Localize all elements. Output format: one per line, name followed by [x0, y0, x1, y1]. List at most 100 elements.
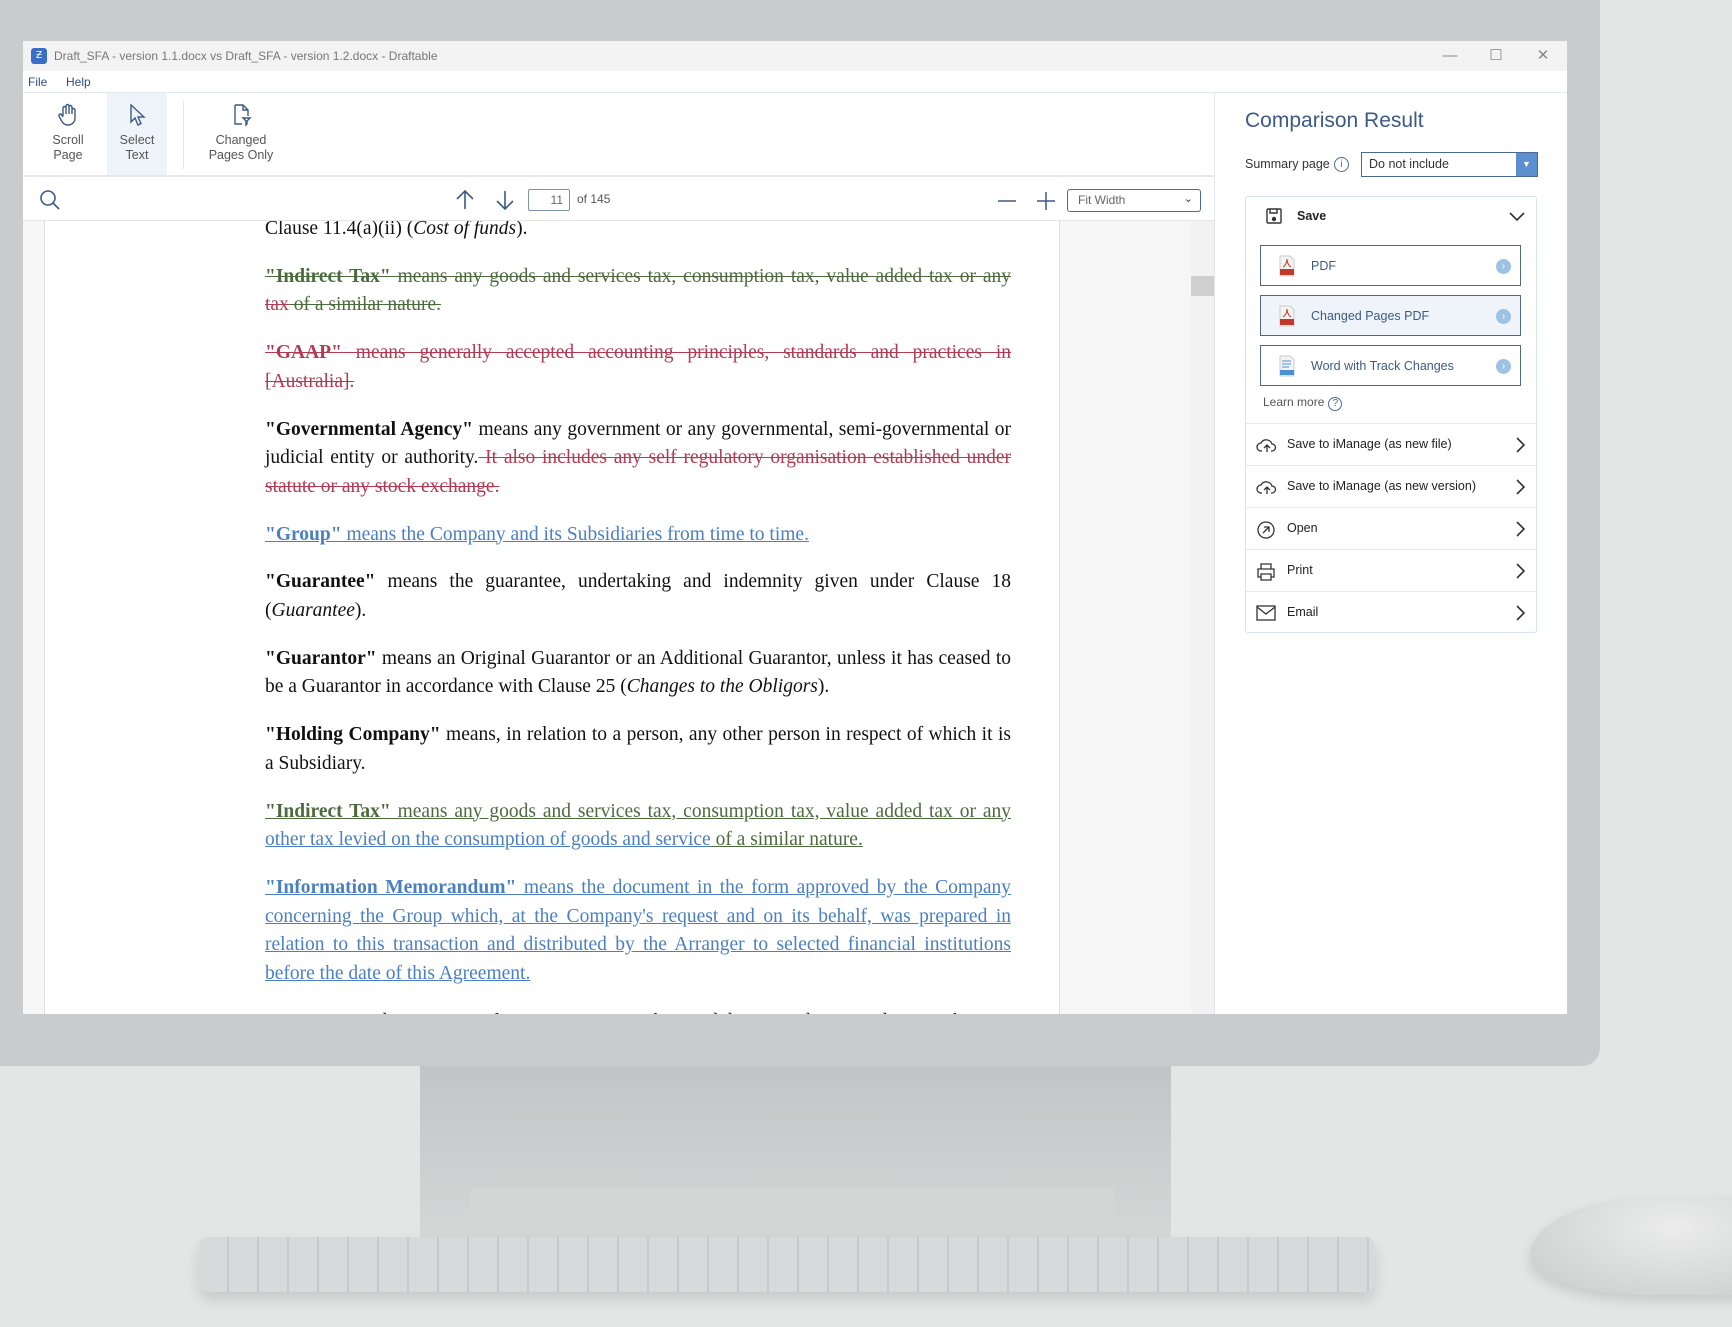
- summary-page-value: Do not include: [1369, 157, 1449, 171]
- moved-to-text: "Indirect Tax": [265, 800, 391, 822]
- chevron-right-icon: [1516, 479, 1526, 495]
- document-paragraph: "Indirect Tax" means any goods and servi…: [265, 798, 1011, 855]
- moved-from-text: of a similar nature.: [288, 294, 441, 316]
- save-section-header[interactable]: Save: [1265, 207, 1525, 227]
- menu-bar: File Help: [23, 71, 1567, 93]
- minimize-button[interactable]: —: [1435, 45, 1465, 67]
- text-run: Clause 11.4(a)(ii) (: [265, 221, 414, 239]
- zoom-mode-select[interactable]: Fit Width ⌄: [1067, 189, 1201, 212]
- scroll-page-label-2: Page: [53, 148, 83, 162]
- chevron-right-icon: [1516, 605, 1526, 621]
- window-title: Draft_SFA - version 1.1.docx vs Draft_SF…: [54, 49, 438, 63]
- learn-more-label: Learn more: [1263, 395, 1325, 409]
- help-question-icon: ?: [1328, 397, 1343, 411]
- zoom-in-plus-icon[interactable]: [1036, 191, 1056, 211]
- info-icon[interactable]: i: [1334, 157, 1349, 172]
- maximize-button[interactable]: ☐: [1481, 45, 1511, 67]
- document-paragraph: "Governmental Agency" means any governme…: [265, 416, 1011, 502]
- dropdown-arrow-icon: ▼: [1516, 153, 1537, 176]
- action-label: Open: [1287, 521, 1318, 535]
- scroll-page-label-1: Scroll: [52, 133, 84, 147]
- changed-pages-label-2: Pages Only: [208, 148, 274, 162]
- scroll-page-button[interactable]: Scroll Page: [41, 93, 95, 175]
- action-email[interactable]: Email: [1246, 591, 1536, 633]
- select-text-label-1: Select: [119, 133, 155, 147]
- cloud-upload-icon: [1256, 436, 1278, 457]
- next-change-arrow-down-icon[interactable]: [495, 189, 515, 211]
- pdf-icon: [1278, 305, 1296, 330]
- action-print[interactable]: Print: [1246, 549, 1536, 591]
- close-button[interactable]: ✕: [1528, 45, 1558, 67]
- learn-more-link[interactable]: Learn more?: [1263, 395, 1343, 411]
- export-label: Changed Pages PDF: [1311, 309, 1430, 323]
- arrow-circle-right-icon: ›: [1496, 309, 1511, 324]
- search-icon[interactable]: [39, 189, 61, 211]
- arrow-circle-right-icon: ›: [1496, 259, 1511, 274]
- text-run: Cost of funds: [413, 221, 517, 239]
- document-paragraph: Clause 11.4(a)(ii) (Cost of funds).: [265, 221, 1011, 244]
- panel-title: Comparison Result: [1245, 109, 1424, 132]
- envelope-icon: [1256, 604, 1276, 625]
- total-pages: of 145: [577, 192, 611, 206]
- chevron-right-icon: [1516, 521, 1526, 537]
- menu-file[interactable]: File: [28, 75, 47, 89]
- page-number-input[interactable]: 11: [528, 189, 570, 211]
- export-word-with-track-changes-button[interactable]: Word with Track Changes ›: [1260, 345, 1521, 386]
- export-changed-pages-pdf-button[interactable]: Changed Pages PDF ›: [1260, 295, 1521, 336]
- toolbar-divider: [183, 101, 184, 169]
- scrollbar-thumb[interactable]: [1191, 276, 1214, 296]
- arrow-circle-right-icon: ›: [1496, 359, 1511, 374]
- text-run: "Guarantor": [265, 647, 377, 669]
- export-label: PDF: [1311, 259, 1336, 273]
- mouse: [1530, 1198, 1732, 1295]
- select-text-label-2: Text: [125, 148, 149, 162]
- text-run: means the guarantee, undertaking and ind…: [265, 571, 1011, 622]
- chevron-right-icon: [1516, 563, 1526, 579]
- action-open[interactable]: Open: [1246, 507, 1536, 549]
- navigation-bar: 11 of 145 Fit Width ⌄: [23, 177, 1214, 221]
- chevron-down-icon: [1509, 212, 1525, 222]
- title-bar: Ƶ Draft_SFA - version 1.1.docx vs Draft_…: [23, 41, 1567, 71]
- deleted-text: means generally accepted accounting prin…: [265, 342, 1011, 392]
- document-paragraph: "GAAP" means generally accepted accounti…: [265, 339, 1011, 396]
- text-run: "Holding Company": [265, 724, 441, 746]
- text-run: Guarantee: [271, 600, 355, 622]
- changed-pages-only-button[interactable]: Changed Pages Only: [199, 93, 283, 175]
- action-save-to-imanage-as-new-file[interactable]: Save to iManage (as new file): [1246, 423, 1536, 465]
- export-pdf-button[interactable]: PDF ›: [1260, 245, 1521, 286]
- open-external-icon: [1256, 520, 1276, 543]
- document-viewer[interactable]: Clause 11.4(a)(ii) (Cost of funds). "Indi…: [23, 221, 1214, 1014]
- moved-from-text: "Indirect Tax": [265, 265, 391, 287]
- action-save-to-imanage-as-new-version[interactable]: Save to iManage (as new version): [1246, 465, 1536, 507]
- summary-page-label: Summary page: [1245, 157, 1330, 171]
- zoom-out-minus-icon[interactable]: [997, 191, 1017, 211]
- summary-page-select[interactable]: Do not include ▼: [1361, 152, 1538, 177]
- previous-change-arrow-up-icon[interactable]: [455, 189, 475, 211]
- docx-icon: [1278, 355, 1296, 380]
- document-paragraph: "Indirect Tax" means any goods and servi…: [265, 263, 1011, 320]
- inserted-text: means the Company and its Subsidiaries f…: [341, 523, 809, 545]
- chevron-right-icon: [1516, 437, 1526, 453]
- zoom-mode-value: Fit Width: [1078, 193, 1126, 207]
- text-run: ).: [516, 221, 528, 239]
- select-text-button[interactable]: Select Text: [107, 93, 167, 175]
- document-paragraph: "Information Memorandum" means the docum…: [265, 874, 1011, 989]
- vertical-scrollbar[interactable]: [1191, 221, 1214, 1014]
- floppy-disk-icon: [1266, 208, 1282, 224]
- text-run: "Interest Period" means, in relation to …: [265, 1011, 963, 1014]
- action-label: Email: [1287, 605, 1319, 619]
- keyboard: [199, 1237, 1375, 1292]
- inserted-text: "Information Memorandum": [265, 876, 517, 898]
- deleted-text: tax: [265, 294, 289, 316]
- pdf-icon: [1278, 255, 1296, 280]
- deleted-text: "GAAP": [265, 342, 342, 364]
- moved-to-text: of a similar nature.: [710, 829, 863, 851]
- save-label: Save: [1297, 209, 1327, 223]
- menu-help[interactable]: Help: [66, 75, 91, 89]
- text-run: "Governmental Agency": [265, 418, 473, 440]
- document-paragraph: "Interest Period" means, in relation to …: [265, 1008, 1011, 1014]
- document-paragraph: "Guarantor" means an Original Guarantor …: [265, 645, 1011, 702]
- action-label: Print: [1287, 563, 1313, 577]
- export-label: Word with Track Changes: [1311, 359, 1454, 373]
- cloud-upload-icon: [1256, 478, 1278, 499]
